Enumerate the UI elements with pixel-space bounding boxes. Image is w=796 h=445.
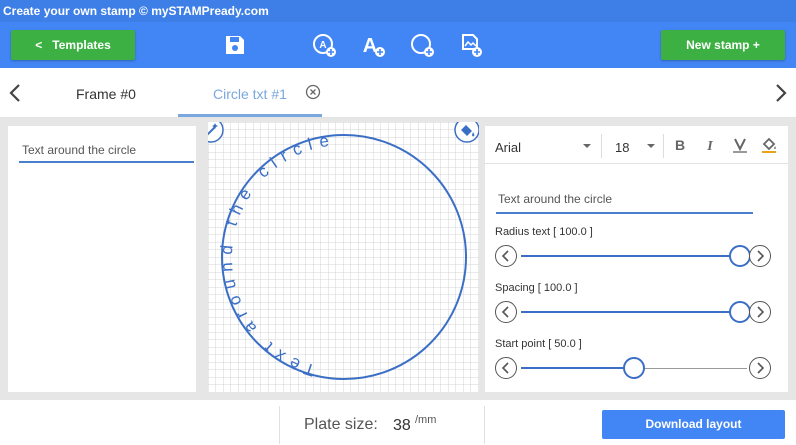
spacing-decrease-button[interactable] [495,301,517,323]
active-tab-indicator [178,114,322,117]
new-stamp-button[interactable]: New stamp + [661,30,785,60]
tab-circle-txt-1[interactable]: Circle txt #1 [213,86,287,102]
spacing-slider-row [495,301,775,325]
font-dropdown-arrow-icon[interactable] [582,142,592,150]
footer: Plate size: 38 /mm Download layout [0,400,796,445]
radius-slider-row [495,245,775,269]
text-settings: Text around the circle Radius text [ 100… [485,164,788,392]
add-text-icon[interactable]: A [360,32,386,58]
font-family-select[interactable]: Arial [495,140,521,155]
workspace: Text around the circle Text around the c… [0,117,796,400]
chevron-left-icon [501,306,509,318]
start-point-increase-button[interactable] [749,357,771,379]
chevron-left-icon [501,250,509,262]
download-layout-button[interactable]: Download layout [602,410,785,439]
spacing-thumb[interactable] [729,301,752,323]
font-toolbar: Arial 18 B I [485,126,788,164]
add-circle-text-icon[interactable]: A [311,32,337,58]
stamp-canvas[interactable]: Text around the circle [198,117,480,392]
start-point-track-fill [521,367,634,369]
radius-increase-button[interactable] [749,245,771,267]
toolbar: < Templates A A New stamp + [0,22,796,68]
svg-text:I: I [706,139,713,154]
stamp-preview: Text around the circle [198,117,480,392]
close-tab-icon[interactable] [305,84,321,100]
spacing-label: Spacing [ 100.0 ] [495,282,578,294]
radius-track-fill [521,255,741,257]
fill-color-icon[interactable] [760,136,778,154]
bold-icon[interactable]: B [671,136,689,154]
svg-text:A: A [363,35,377,57]
spacing-track-fill [521,311,741,313]
app-title: Create your own stamp © mySTAMPready.com [0,0,796,22]
add-circle-icon[interactable] [409,32,435,58]
templates-button[interactable]: < Templates [11,30,135,60]
size-dropdown-arrow-icon[interactable] [646,142,656,150]
start-point-label: Start point [ 50.0 ] [495,338,582,350]
font-size-select[interactable]: 18 [615,140,629,155]
svg-text:B: B [675,137,685,153]
text-color-icon[interactable] [731,136,749,154]
plate-size-unit: /mm [415,414,437,426]
radius-thumb[interactable] [729,245,752,267]
svg-text:A: A [319,40,326,51]
chevron-left-icon: < [35,38,43,52]
circle-text-input[interactable]: Text around the circle [496,188,753,214]
divider [663,134,664,158]
templates-label: Templates [52,38,111,52]
plate-size-label: Plate size: [304,416,378,433]
radius-label: Radius text [ 100.0 ] [495,226,593,238]
tab-scroll-left-icon[interactable] [6,82,24,104]
radius-decrease-button[interactable] [495,245,517,267]
divider [279,406,280,444]
chevron-right-icon [757,250,765,262]
tab-frame-0[interactable]: Frame #0 [76,86,136,102]
save-icon[interactable] [222,32,248,58]
tab-scroll-right-icon[interactable] [772,82,790,104]
tab-bar: Frame #0 Circle txt #1 [0,68,796,118]
paint-bucket-icon[interactable] [454,117,480,143]
plate-size-value[interactable]: 38 [393,417,411,435]
properties-panel: Arial 18 B I Text around the circle Radi… [485,126,788,392]
chevron-right-icon [757,362,765,374]
start-point-slider-row [495,357,775,381]
start-point-thumb[interactable] [623,357,645,379]
chevron-left-icon [501,362,509,374]
layer-text-input[interactable]: Text around the circle [19,139,194,163]
italic-icon[interactable]: I [701,136,719,154]
spacing-increase-button[interactable] [749,301,771,323]
start-point-decrease-button[interactable] [495,357,517,379]
divider [484,406,485,444]
divider [601,134,602,158]
layers-panel: Text around the circle [8,126,196,392]
add-image-icon[interactable] [457,32,483,58]
chevron-right-icon [757,306,765,318]
